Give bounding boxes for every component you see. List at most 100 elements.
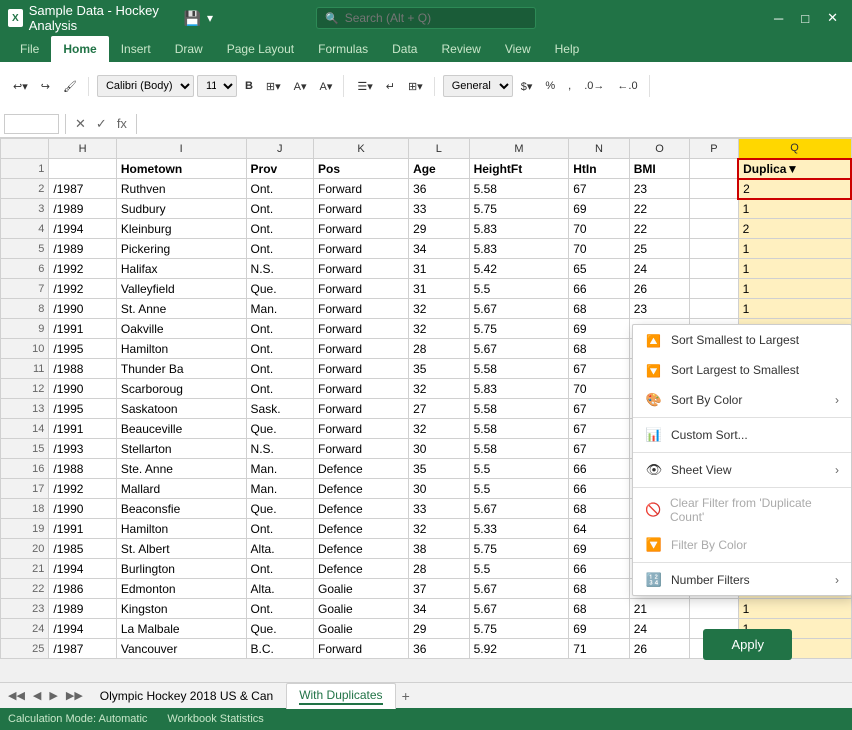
cell-pos[interactable]: Forward [313,639,408,659]
tab-formulas[interactable]: Formulas [306,36,380,62]
tab-page-layout[interactable]: Page Layout [215,36,306,62]
cell-heightft[interactable]: 5.75 [469,199,569,219]
cell-hometown[interactable]: Pickering [116,239,246,259]
cell-pos[interactable]: Goalie [313,619,408,639]
cell-prov[interactable]: N.S. [246,259,313,279]
cell-age[interactable]: 31 [409,259,470,279]
col-header-h[interactable]: H [49,139,116,159]
cell-h[interactable]: /1993 [49,439,116,459]
cell-heightft[interactable]: 5.5 [469,459,569,479]
cell-age[interactable]: 35 [409,359,470,379]
cell-htin[interactable]: 67 [569,439,630,459]
cell-hometown[interactable]: Edmonton [116,579,246,599]
cell-age[interactable]: 29 [409,219,470,239]
align-button[interactable]: ☰▾ [352,77,377,96]
cell-pos[interactable]: Defence [313,459,408,479]
tab-review[interactable]: Review [429,36,492,62]
font-color-button[interactable]: A▾ [315,77,338,96]
cell-bmi[interactable]: 23 [629,179,690,199]
cell-heightft[interactable]: 5.67 [469,579,569,599]
cell-heightft[interactable]: 5.58 [469,359,569,379]
cell-age[interactable]: 34 [409,599,470,619]
col-header-l[interactable]: L [409,139,470,159]
cell-heightft[interactable]: 5.75 [469,319,569,339]
cell-htin[interactable]: 66 [569,279,630,299]
cell-htin[interactable]: 67 [569,399,630,419]
cell-prov[interactable]: Que. [246,419,313,439]
font-name-select[interactable]: Calibri (Body) [97,75,194,97]
formula-input[interactable]: =COUNTIF($D$2:$D$105, $D2) [143,117,848,131]
cell-heightft[interactable]: 5.58 [469,399,569,419]
cell-q[interactable]: 1 [738,299,851,319]
sheet-tab-olympic[interactable]: Olympic Hockey 2018 US & Can [87,684,286,707]
minimize-button[interactable]: ─ [768,9,789,28]
col-header-j[interactable]: J [246,139,313,159]
dropdown-arrow[interactable]: ▾ [207,11,213,25]
cell-bmi[interactable]: 25 [629,239,690,259]
redo-button[interactable]: ↪ [36,77,55,96]
cell-heightft[interactable]: 5.67 [469,299,569,319]
cell-age[interactable]: 32 [409,319,470,339]
cell-hometown[interactable]: Burlington [116,559,246,579]
cell-htin[interactable]: 66 [569,479,630,499]
sort-desc-item[interactable]: 🔽 Sort Largest to Smallest [633,355,851,385]
cell-prov[interactable]: Ont. [246,319,313,339]
cell-hometown[interactable]: Beauceville [116,419,246,439]
cell-prov[interactable]: Ont. [246,379,313,399]
cell-pos[interactable]: Forward [313,339,408,359]
cell-hometown[interactable]: Saskatoon [116,399,246,419]
cell-heightft[interactable]: 5.67 [469,599,569,619]
cell-pos[interactable]: Forward [313,299,408,319]
cell-h[interactable]: /1994 [49,619,116,639]
cell-htin[interactable]: 69 [569,619,630,639]
cell-pos[interactable]: Forward [313,199,408,219]
cell-prov[interactable]: Alta. [246,579,313,599]
cell-q[interactable]: 1 [738,599,851,619]
cell-pos[interactable]: Forward [313,279,408,299]
cell-prov[interactable]: Ont. [246,519,313,539]
cell-q[interactable]: 1 [738,199,851,219]
cell-htin[interactable]: 68 [569,579,630,599]
cell-prov[interactable]: Que. [246,619,313,639]
cell-htin[interactable]: 69 [569,199,630,219]
dec-increase-button[interactable]: .0→ [579,77,609,95]
cell-htin[interactable]: 66 [569,459,630,479]
cell-reference[interactable]: Q2 [4,114,59,134]
cell-htin[interactable]: 70 [569,239,630,259]
cell-age[interactable]: 32 [409,299,470,319]
cell-age[interactable]: 32 [409,419,470,439]
cell-bmi[interactable]: 26 [629,639,690,659]
header-duplica[interactable]: Duplica▼ [738,159,851,179]
cell-pos[interactable]: Forward [313,419,408,439]
cell-p[interactable] [690,219,738,239]
cell-hometown[interactable]: Mallard [116,479,246,499]
dec-decrease-button[interactable]: ←.0 [612,77,642,95]
cell-age[interactable]: 33 [409,199,470,219]
cell-h[interactable]: /1990 [49,499,116,519]
tab-view[interactable]: View [493,36,543,62]
cell-h[interactable]: /1989 [49,199,116,219]
cell-h[interactable]: /1990 [49,379,116,399]
cell-pos[interactable]: Defence [313,539,408,559]
cell-h[interactable]: /1995 [49,399,116,419]
cell-p[interactable] [690,199,738,219]
col-header-p[interactable]: P [690,139,738,159]
cell-htin[interactable]: 66 [569,559,630,579]
cell-hometown[interactable]: St. Albert [116,539,246,559]
cell-hometown[interactable]: Stellarton [116,439,246,459]
cell-age[interactable]: 30 [409,439,470,459]
cell-prov[interactable]: Ont. [246,239,313,259]
comma-button[interactable]: , [563,77,576,95]
cell-htin[interactable]: 68 [569,499,630,519]
cell-htin[interactable]: 70 [569,379,630,399]
cell-heightft[interactable]: 5.67 [469,339,569,359]
cell-prov[interactable]: B.C. [246,639,313,659]
cell-htin[interactable]: 68 [569,339,630,359]
cell-age[interactable]: 27 [409,399,470,419]
cell-hometown[interactable]: Halifax [116,259,246,279]
cell-age[interactable]: 30 [409,479,470,499]
cell-pos[interactable]: Forward [313,259,408,279]
cell-age[interactable]: 34 [409,239,470,259]
sheet-nav-prev[interactable]: ◀ [29,687,45,704]
cell-q[interactable]: 2 [738,219,851,239]
